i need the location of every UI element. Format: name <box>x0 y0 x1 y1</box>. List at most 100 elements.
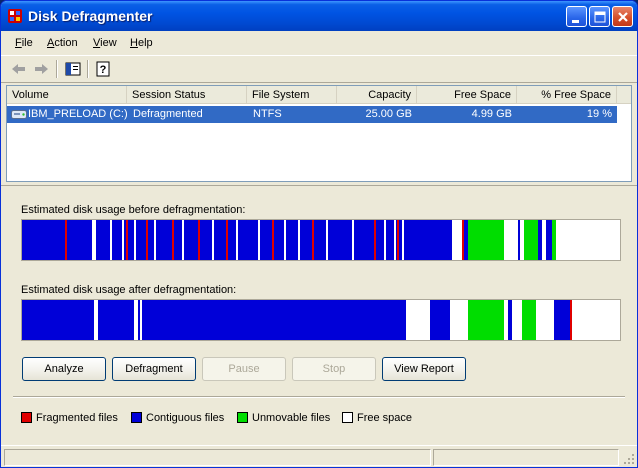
svg-text:?: ? <box>100 64 107 76</box>
maximize-button[interactable] <box>589 6 610 27</box>
free-cluster-block <box>572 300 620 340</box>
column-header-free-space[interactable]: Free Space <box>417 86 517 104</box>
title-bar[interactable]: Disk Defragmenter <box>1 1 637 31</box>
contiguous-cluster-block <box>546 220 552 260</box>
fragmented-cluster-block <box>397 220 399 260</box>
contiguous-cluster-block <box>98 300 134 340</box>
toolbar: ? <box>1 55 637 83</box>
close-icon <box>618 12 628 22</box>
free-cluster-block <box>140 300 142 340</box>
free-swatch <box>342 412 353 423</box>
legend-unmovable: Unmovable files <box>237 412 330 426</box>
legend-contiguous: Contiguous files <box>131 412 224 426</box>
legend-unmovable-label: Unmovable files <box>252 412 331 424</box>
free-cluster-block <box>402 220 404 260</box>
column-header-capacity[interactable]: Capacity <box>337 86 417 104</box>
session-status: Defragmented <box>133 108 203 120</box>
fragmented-cluster-block <box>65 220 67 260</box>
analysis-pane: Estimated disk usage before defragmentat… <box>1 187 637 445</box>
fragmented-swatch <box>21 412 32 423</box>
menu-action[interactable]: Action <box>47 37 78 49</box>
free-cluster-block <box>384 220 386 260</box>
free-cluster-block <box>298 220 300 260</box>
back-arrow-icon[interactable] <box>9 60 29 78</box>
menu-bar: File Action View Help <box>1 31 637 55</box>
free-cluster-block <box>504 300 508 340</box>
contiguous-cluster-block <box>464 220 468 260</box>
legend-free: Free space <box>342 412 412 426</box>
free-cluster-block <box>258 220 260 260</box>
resize-grip-icon[interactable] <box>623 453 635 465</box>
fragmented-cluster-block <box>146 220 148 260</box>
column-header-percent-free[interactable]: % Free Space <box>517 86 617 104</box>
column-header-session-status[interactable]: Session Status <box>127 86 247 104</box>
toolbar-separator <box>87 60 89 78</box>
free-space: 4.99 GB <box>471 108 512 120</box>
status-bar <box>1 445 637 467</box>
fragmented-cluster-block <box>570 300 572 340</box>
percent-free-space: 19 % <box>586 108 612 120</box>
unmovable-cluster-block <box>468 220 504 260</box>
contiguous-cluster-block <box>554 300 570 340</box>
free-cluster-block <box>504 220 518 260</box>
legend-fragmented-label: Fragmented files <box>36 412 118 424</box>
contiguous-cluster-block <box>508 300 512 340</box>
legend-separator <box>13 396 625 398</box>
pane-splitter[interactable] <box>1 182 637 186</box>
before-defrag-map <box>22 220 620 260</box>
fragmented-cluster-block <box>198 220 200 260</box>
free-cluster-block <box>452 220 462 260</box>
free-cluster-block <box>134 220 136 260</box>
contiguous-swatch <box>131 412 142 423</box>
free-cluster-block <box>284 220 286 260</box>
fragmented-cluster-block <box>374 220 376 260</box>
fragmented-cluster-block <box>272 220 274 260</box>
unmovable-cluster-block <box>522 300 536 340</box>
minimize-icon <box>572 20 579 23</box>
free-cluster-block <box>542 220 546 260</box>
pause-button[interactable]: Pause <box>202 357 286 381</box>
contiguous-cluster-block <box>22 220 92 260</box>
free-cluster-block <box>110 220 112 260</box>
free-cluster-block <box>154 220 156 260</box>
unmovable-swatch <box>237 412 248 423</box>
menu-file[interactable]: File <box>15 37 33 49</box>
legend-free-label: Free space <box>357 412 413 424</box>
contiguous-cluster-block <box>96 220 110 260</box>
free-cluster-block <box>450 300 468 340</box>
analyze-button[interactable]: Analyze <box>22 357 106 381</box>
free-cluster-block <box>520 220 524 260</box>
contiguous-cluster-block <box>430 300 450 340</box>
help-icon[interactable]: ? <box>93 60 113 78</box>
minimize-button[interactable] <box>566 6 587 27</box>
free-cluster-block <box>122 220 124 260</box>
free-cluster-block <box>352 220 354 260</box>
contiguous-cluster-block <box>112 220 452 260</box>
free-cluster-block <box>134 300 138 340</box>
volume-list: Volume Session Status File System Capaci… <box>6 85 632 182</box>
view-report-button[interactable]: View Report <box>382 357 466 381</box>
menu-help[interactable]: Help <box>130 37 153 49</box>
free-cluster-block <box>92 220 96 260</box>
menu-view[interactable]: View <box>93 37 117 49</box>
legend-contiguous-label: Contiguous files <box>146 412 225 424</box>
unmovable-cluster-block <box>524 220 538 260</box>
free-cluster-block <box>556 220 620 260</box>
defragment-button[interactable]: Defragment <box>112 357 196 381</box>
show-hide-console-tree-icon[interactable] <box>63 60 83 78</box>
stop-button[interactable]: Stop <box>292 357 376 381</box>
defrag-app-icon <box>8 9 22 23</box>
file-system: NTFS <box>253 108 282 120</box>
column-header-volume[interactable]: Volume <box>7 86 127 104</box>
fragmented-cluster-block <box>172 220 174 260</box>
contiguous-cluster-block <box>518 220 520 260</box>
volume-row[interactable]: IBM_PRELOAD (C:) Defragmented NTFS 25.00… <box>7 106 617 123</box>
forward-arrow-icon[interactable] <box>31 60 51 78</box>
free-cluster-block <box>94 300 98 340</box>
close-button[interactable] <box>612 6 633 27</box>
free-cluster-block <box>212 220 214 260</box>
status-pane-secondary <box>433 449 619 466</box>
unmovable-cluster-block <box>468 300 504 340</box>
fragmented-cluster-block <box>226 220 228 260</box>
column-header-file-system[interactable]: File System <box>247 86 337 104</box>
